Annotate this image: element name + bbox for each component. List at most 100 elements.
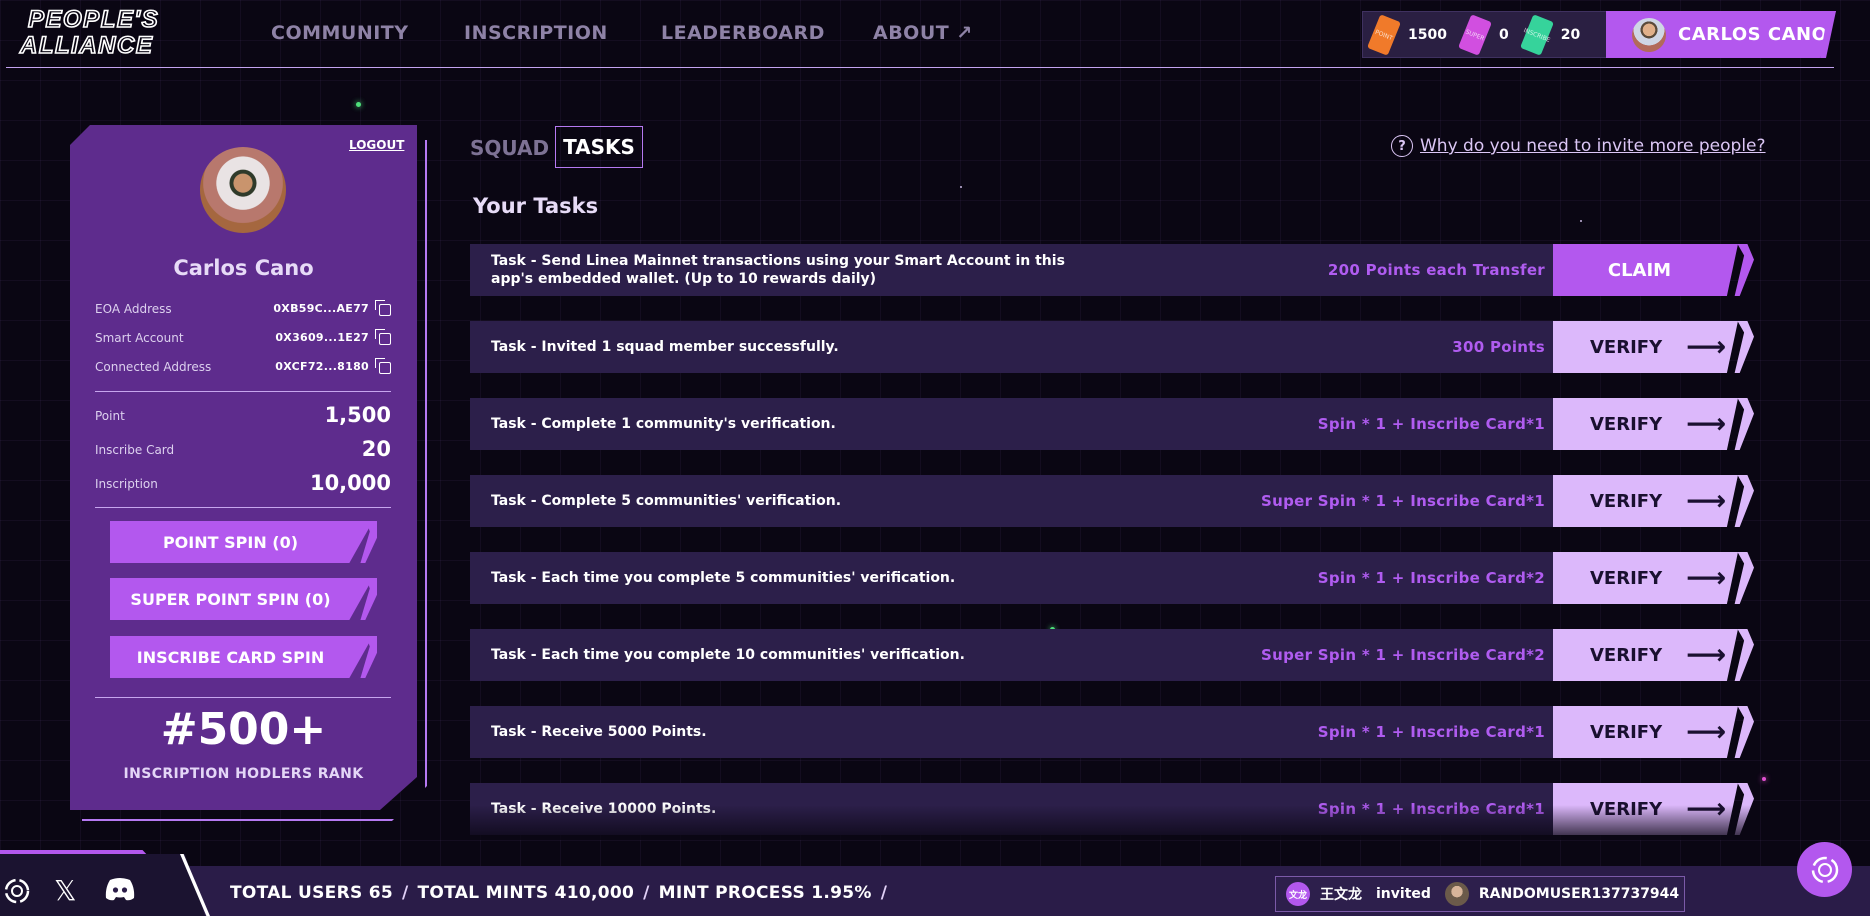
nav-community[interactable]: COMMUNITY: [271, 22, 409, 44]
stat-label: Point: [95, 409, 125, 423]
super-count: 0: [1498, 26, 1509, 43]
invite-ticker: 文龙 王文龙 invited RANDOMUSER137737944: [1275, 876, 1685, 912]
rank-label: INSCRIPTION HODLERS RANK: [123, 766, 364, 782]
verify-button[interactable]: VERIFY ⟶: [1553, 552, 1738, 604]
profile-name: Carlos Cano: [173, 256, 314, 280]
task-description: Task - Complete 1 community's verificati…: [491, 415, 836, 432]
user-menu-button[interactable]: CARLOS CANO: [1606, 11, 1836, 58]
verify-button[interactable]: VERIFY ⟶: [1553, 706, 1738, 758]
claim-button[interactable]: CLAIM: [1553, 244, 1738, 296]
button-label: CLAIM: [1607, 259, 1672, 281]
stat-label: Inscribe Card: [95, 443, 175, 457]
separator: /: [402, 883, 409, 903]
star-decoration: [1580, 220, 1582, 222]
star-decoration: [356, 102, 361, 107]
button-label: VERIFY: [1590, 413, 1663, 435]
stat-value: 1,500: [324, 403, 391, 427]
linea-floating-button[interactable]: [1797, 842, 1852, 897]
super-point-spin-button[interactable]: SUPER POINT SPIN (0): [110, 578, 373, 620]
copy-icon[interactable]: [375, 300, 391, 316]
point-stat-row: Point 1,500: [95, 403, 391, 427]
nav-inscription[interactable]: INSCRIPTION: [464, 22, 608, 44]
arrow-right-icon: ⟶: [1686, 715, 1727, 748]
star-decoration: [1762, 777, 1766, 781]
nav-about[interactable]: ABOUT ↗: [873, 22, 973, 44]
top-header: PEOPLE'S ALLIANCE COMMUNITY INSCRIPTION …: [0, 0, 1870, 70]
verify-button[interactable]: VERIFY ⟶: [1553, 475, 1738, 527]
divider: [95, 391, 391, 392]
task-row: Task - Complete 1 community's verificati…: [470, 398, 1755, 450]
task-description: Task - Receive 10000 Points.: [491, 800, 717, 817]
task-description: Task - Each time you complete 10 communi…: [491, 646, 965, 663]
super-ticket-icon: SUPER: [1458, 13, 1492, 56]
linea-logo-icon[interactable]: [2, 876, 32, 913]
user-name: CARLOS CANO: [1678, 24, 1828, 45]
point-spin-button[interactable]: POINT SPIN (0): [110, 521, 373, 563]
smart-account-row: Smart Account 0X3609...1E27: [95, 329, 395, 349]
arrow-right-icon: ⟶: [1686, 792, 1727, 825]
task-reward: 300 Points: [1452, 338, 1545, 356]
total-mints: TOTAL MINTS 410,000: [417, 883, 635, 903]
tab-tasks[interactable]: TASKS: [555, 126, 643, 168]
task-row: Task - Each time you complete 10 communi…: [470, 629, 1755, 681]
invite-help-link[interactable]: ? Why do you need to invite more people?: [1391, 135, 1766, 157]
verify-button[interactable]: VERIFY ⟶: [1553, 321, 1738, 373]
copy-icon[interactable]: [375, 329, 391, 345]
task-description: Task - Invited 1 squad member successful…: [491, 338, 839, 355]
inviter-avatar: 文龙: [1286, 882, 1310, 906]
task-reward: Super Spin * 1 + Inscribe Card*2: [1260, 646, 1545, 664]
header-divider: [6, 67, 1834, 68]
help-text: Why do you need to invite more people?: [1420, 136, 1766, 156]
task-reward: 200 Points each Transfer: [1327, 261, 1545, 279]
footer-stats: TOTAL USERS 65 / TOTAL MINTS 410,000 / MINT …: [230, 883, 896, 903]
inscription-stat-row: Inscription 10,000: [95, 471, 391, 495]
task-row: Task - Receive 10000 Points. Spin * 1 + …: [470, 783, 1755, 835]
inviter-name: 王文龙: [1320, 887, 1362, 903]
invitee-name: RANDOMUSER137737944: [1478, 886, 1680, 902]
address-label: EOA Address: [95, 302, 172, 316]
task-row: Task - Receive 5000 Points. Spin * 1 + I…: [470, 706, 1755, 758]
tab-squad[interactable]: SQUAD: [470, 136, 549, 160]
verify-button[interactable]: VERIFY ⟶: [1553, 629, 1738, 681]
tasks-title: Your Tasks: [473, 194, 599, 218]
address-value: 0XCF72...8180: [275, 360, 369, 373]
avatar: [1632, 17, 1666, 52]
task-list: Task - Send Linea Mainnet transactions u…: [470, 244, 1755, 838]
verify-button[interactable]: VERIFY ⟶: [1553, 783, 1738, 835]
task-reward: Super Spin * 1 + Inscribe Card*1: [1260, 492, 1545, 510]
task-description: Task - Receive 5000 Points.: [491, 723, 707, 740]
task-reward: Spin * 1 + Inscribe Card*1: [1317, 800, 1545, 818]
logo-line1: PEOPLE'S: [28, 6, 159, 33]
ticket-stats: POINT 1500 SUPER 0 INSCRIBE 20: [1362, 11, 1614, 58]
logo-line2: ALLIANCE: [19, 32, 153, 59]
divider: [95, 697, 391, 698]
task-reward: Spin * 1 + Inscribe Card*1: [1317, 723, 1545, 741]
inscribe-card-stat-row: Inscribe Card 20: [95, 437, 391, 461]
invitee-avatar: [1444, 882, 1469, 906]
profile-avatar: [200, 147, 286, 233]
peoples-alliance-logo[interactable]: PEOPLE'S ALLIANCE: [18, 3, 218, 59]
arrow-right-icon: ⟶: [1686, 407, 1727, 440]
button-label: VERIFY: [1590, 798, 1663, 820]
task-row: Task - Invited 1 squad member successful…: [470, 321, 1755, 373]
stat-label: Inscription: [95, 477, 158, 491]
task-row: Task - Complete 5 communities' verificat…: [470, 475, 1755, 527]
arrow-right-icon: ⟶: [1686, 330, 1727, 363]
logout-link[interactable]: LOGOUT: [349, 138, 404, 152]
rank-value: #500+: [160, 704, 327, 755]
button-label: VERIFY: [1590, 567, 1663, 589]
discord-icon[interactable]: [104, 876, 136, 909]
x-twitter-icon[interactable]: 𝕏: [54, 874, 77, 907]
copy-icon[interactable]: [375, 358, 391, 374]
point-ticket-icon: POINT: [1367, 13, 1401, 56]
inscribe-card-spin-button[interactable]: INSCRIBE CARD SPIN: [110, 636, 373, 678]
task-description: Task - Send Linea Mainnet transactions u…: [491, 252, 1065, 287]
task-reward: Spin * 1 + Inscribe Card*1: [1317, 415, 1545, 433]
verify-button[interactable]: VERIFY ⟶: [1553, 398, 1738, 450]
task-description: Task - Complete 5 communities' verificat…: [491, 492, 842, 509]
separator: /: [643, 883, 650, 903]
stat-value: 10,000: [309, 471, 391, 495]
nav-leaderboard[interactable]: LEADERBOARD: [661, 22, 825, 44]
invite-verb: invited: [1376, 886, 1431, 902]
button-label: VERIFY: [1590, 336, 1663, 358]
